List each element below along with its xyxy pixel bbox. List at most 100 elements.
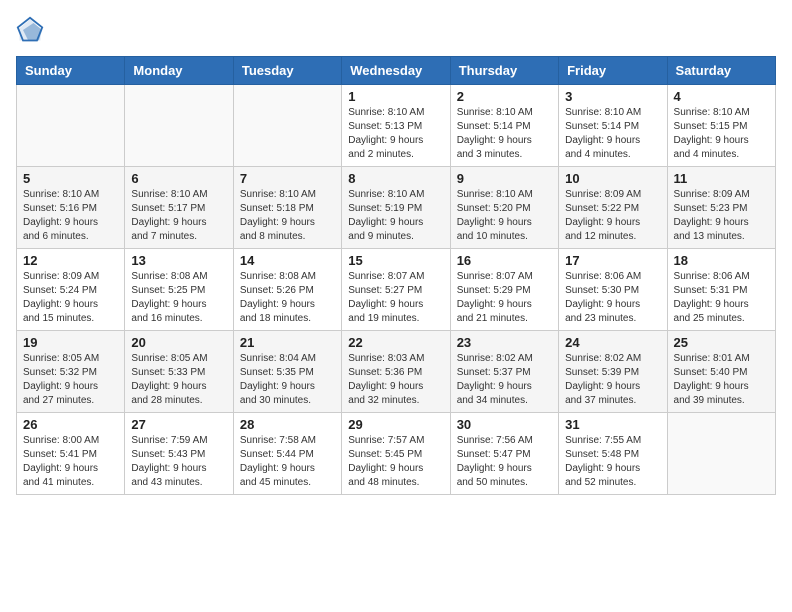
- day-header-saturday: Saturday: [667, 57, 775, 85]
- day-number: 11: [674, 171, 769, 186]
- week-row-1: 1Sunrise: 8:10 AM Sunset: 5:13 PM Daylig…: [17, 85, 776, 167]
- day-info: Sunrise: 8:07 AM Sunset: 5:29 PM Dayligh…: [457, 270, 552, 326]
- logo-icon: [16, 16, 44, 44]
- day-number: 8: [348, 171, 443, 186]
- day-info: Sunrise: 8:09 AM Sunset: 5:23 PM Dayligh…: [674, 188, 769, 244]
- calendar-cell: 13 Sunrise: 8:08 AM Sunset: 5:25 PM Dayli…: [125, 249, 233, 331]
- calendar-cell: 25 Sunrise: 8:01 AM Sunset: 5:40 PM Dayli…: [667, 331, 775, 413]
- day-info: Sunrise: 8:10 AM Sunset: 5:18 PM Dayligh…: [240, 188, 335, 244]
- day-header-sunday: Sunday: [17, 57, 125, 85]
- day-info: Sunrise: 8:10 AM Sunset: 5:16 PM Dayligh…: [23, 188, 118, 244]
- day-number: 28: [240, 417, 335, 432]
- week-row-3: 12 Sunrise: 8:09 AM Sunset: 5:24 PM Dayli…: [17, 249, 776, 331]
- day-info: Sunrise: 8:05 AM Sunset: 5:32 PM Dayligh…: [23, 352, 118, 408]
- calendar-cell: 23 Sunrise: 8:02 AM Sunset: 5:37 PM Dayli…: [450, 331, 558, 413]
- calendar-cell: 28 Sunrise: 7:58 AM Sunset: 5:44 PM Dayli…: [233, 413, 341, 495]
- day-number: 5: [23, 171, 118, 186]
- day-info: Sunrise: 8:08 AM Sunset: 5:25 PM Dayligh…: [131, 270, 226, 326]
- calendar-cell: 21 Sunrise: 8:04 AM Sunset: 5:35 PM Dayli…: [233, 331, 341, 413]
- day-number: 31: [565, 417, 660, 432]
- day-header-thursday: Thursday: [450, 57, 558, 85]
- calendar-cell: 20Sunrise: 8:05 AM Sunset: 5:33 PM Dayli…: [125, 331, 233, 413]
- day-number: 24: [565, 335, 660, 350]
- day-info: Sunrise: 8:04 AM Sunset: 5:35 PM Dayligh…: [240, 352, 335, 408]
- day-number: 21: [240, 335, 335, 350]
- day-number: 13: [131, 253, 226, 268]
- day-number: 14: [240, 253, 335, 268]
- day-info: Sunrise: 8:02 AM Sunset: 5:39 PM Dayligh…: [565, 352, 660, 408]
- calendar: SundayMondayTuesdayWednesdayThursdayFrid…: [16, 56, 776, 495]
- day-info: Sunrise: 8:09 AM Sunset: 5:22 PM Dayligh…: [565, 188, 660, 244]
- day-info: Sunrise: 8:06 AM Sunset: 5:30 PM Dayligh…: [565, 270, 660, 326]
- day-info: Sunrise: 8:01 AM Sunset: 5:40 PM Dayligh…: [674, 352, 769, 408]
- day-info: Sunrise: 7:56 AM Sunset: 5:47 PM Dayligh…: [457, 434, 552, 490]
- calendar-cell: 9Sunrise: 8:10 AM Sunset: 5:20 PM Daylig…: [450, 167, 558, 249]
- calendar-cell: 15 Sunrise: 8:07 AM Sunset: 5:27 PM Dayli…: [342, 249, 450, 331]
- day-number: 15: [348, 253, 443, 268]
- calendar-cell: [667, 413, 775, 495]
- day-info: Sunrise: 8:06 AM Sunset: 5:31 PM Dayligh…: [674, 270, 769, 326]
- day-number: 6: [131, 171, 226, 186]
- day-number: 9: [457, 171, 552, 186]
- day-number: 26: [23, 417, 118, 432]
- day-number: 22: [348, 335, 443, 350]
- day-info: Sunrise: 7:55 AM Sunset: 5:48 PM Dayligh…: [565, 434, 660, 490]
- calendar-header-row: SundayMondayTuesdayWednesdayThursdayFrid…: [17, 57, 776, 85]
- calendar-cell: 17 Sunrise: 8:06 AM Sunset: 5:30 PM Dayli…: [559, 249, 667, 331]
- day-info: Sunrise: 7:58 AM Sunset: 5:44 PM Dayligh…: [240, 434, 335, 490]
- calendar-cell: 18 Sunrise: 8:06 AM Sunset: 5:31 PM Dayli…: [667, 249, 775, 331]
- day-info: Sunrise: 8:10 AM Sunset: 5:14 PM Dayligh…: [457, 106, 552, 162]
- calendar-cell: [17, 85, 125, 167]
- day-info: Sunrise: 8:02 AM Sunset: 5:37 PM Dayligh…: [457, 352, 552, 408]
- calendar-cell: 10Sunrise: 8:09 AM Sunset: 5:22 PM Dayli…: [559, 167, 667, 249]
- day-number: 4: [674, 89, 769, 104]
- day-number: 23: [457, 335, 552, 350]
- calendar-cell: 27 Sunrise: 7:59 AM Sunset: 5:43 PM Dayli…: [125, 413, 233, 495]
- calendar-cell: 5 Sunrise: 8:10 AM Sunset: 5:16 PM Daylig…: [17, 167, 125, 249]
- day-info: Sunrise: 8:00 AM Sunset: 5:41 PM Dayligh…: [23, 434, 118, 490]
- day-info: Sunrise: 8:09 AM Sunset: 5:24 PM Dayligh…: [23, 270, 118, 326]
- day-header-friday: Friday: [559, 57, 667, 85]
- day-number: 18: [674, 253, 769, 268]
- day-number: 19: [23, 335, 118, 350]
- day-info: Sunrise: 8:08 AM Sunset: 5:26 PM Dayligh…: [240, 270, 335, 326]
- day-number: 20: [131, 335, 226, 350]
- week-row-4: 19 Sunrise: 8:05 AM Sunset: 5:32 PM Dayli…: [17, 331, 776, 413]
- calendar-cell: 6Sunrise: 8:10 AM Sunset: 5:17 PM Daylig…: [125, 167, 233, 249]
- day-number: 12: [23, 253, 118, 268]
- day-number: 7: [240, 171, 335, 186]
- calendar-cell: 29Sunrise: 7:57 AM Sunset: 5:45 PM Dayli…: [342, 413, 450, 495]
- day-header-wednesday: Wednesday: [342, 57, 450, 85]
- day-info: Sunrise: 8:10 AM Sunset: 5:15 PM Dayligh…: [674, 106, 769, 162]
- day-number: 16: [457, 253, 552, 268]
- calendar-cell: 14 Sunrise: 8:08 AM Sunset: 5:26 PM Dayli…: [233, 249, 341, 331]
- calendar-cell: [233, 85, 341, 167]
- day-info: Sunrise: 8:10 AM Sunset: 5:19 PM Dayligh…: [348, 188, 443, 244]
- day-number: 29: [348, 417, 443, 432]
- calendar-cell: 8 Sunrise: 8:10 AM Sunset: 5:19 PM Daylig…: [342, 167, 450, 249]
- calendar-cell: 26 Sunrise: 8:00 AM Sunset: 5:41 PM Dayli…: [17, 413, 125, 495]
- day-number: 27: [131, 417, 226, 432]
- day-number: 30: [457, 417, 552, 432]
- calendar-cell: 19 Sunrise: 8:05 AM Sunset: 5:32 PM Dayli…: [17, 331, 125, 413]
- calendar-cell: 11 Sunrise: 8:09 AM Sunset: 5:23 PM Dayli…: [667, 167, 775, 249]
- calendar-cell: 30 Sunrise: 7:56 AM Sunset: 5:47 PM Dayli…: [450, 413, 558, 495]
- day-header-monday: Monday: [125, 57, 233, 85]
- logo: [16, 16, 48, 44]
- day-info: Sunrise: 8:07 AM Sunset: 5:27 PM Dayligh…: [348, 270, 443, 326]
- calendar-cell: 3 Sunrise: 8:10 AM Sunset: 5:14 PM Daylig…: [559, 85, 667, 167]
- week-row-2: 5 Sunrise: 8:10 AM Sunset: 5:16 PM Daylig…: [17, 167, 776, 249]
- day-info: Sunrise: 8:03 AM Sunset: 5:36 PM Dayligh…: [348, 352, 443, 408]
- calendar-cell: 31 Sunrise: 7:55 AM Sunset: 5:48 PM Dayli…: [559, 413, 667, 495]
- day-info: Sunrise: 8:10 AM Sunset: 5:13 PM Dayligh…: [348, 106, 443, 162]
- week-row-5: 26 Sunrise: 8:00 AM Sunset: 5:41 PM Dayli…: [17, 413, 776, 495]
- calendar-cell: 2Sunrise: 8:10 AM Sunset: 5:14 PM Daylig…: [450, 85, 558, 167]
- calendar-cell: 16 Sunrise: 8:07 AM Sunset: 5:29 PM Dayli…: [450, 249, 558, 331]
- day-number: 25: [674, 335, 769, 350]
- day-number: 3: [565, 89, 660, 104]
- day-info: Sunrise: 7:59 AM Sunset: 5:43 PM Dayligh…: [131, 434, 226, 490]
- day-number: 17: [565, 253, 660, 268]
- day-info: Sunrise: 8:10 AM Sunset: 5:14 PM Dayligh…: [565, 106, 660, 162]
- calendar-cell: 4 Sunrise: 8:10 AM Sunset: 5:15 PM Daylig…: [667, 85, 775, 167]
- calendar-cell: 12 Sunrise: 8:09 AM Sunset: 5:24 PM Dayli…: [17, 249, 125, 331]
